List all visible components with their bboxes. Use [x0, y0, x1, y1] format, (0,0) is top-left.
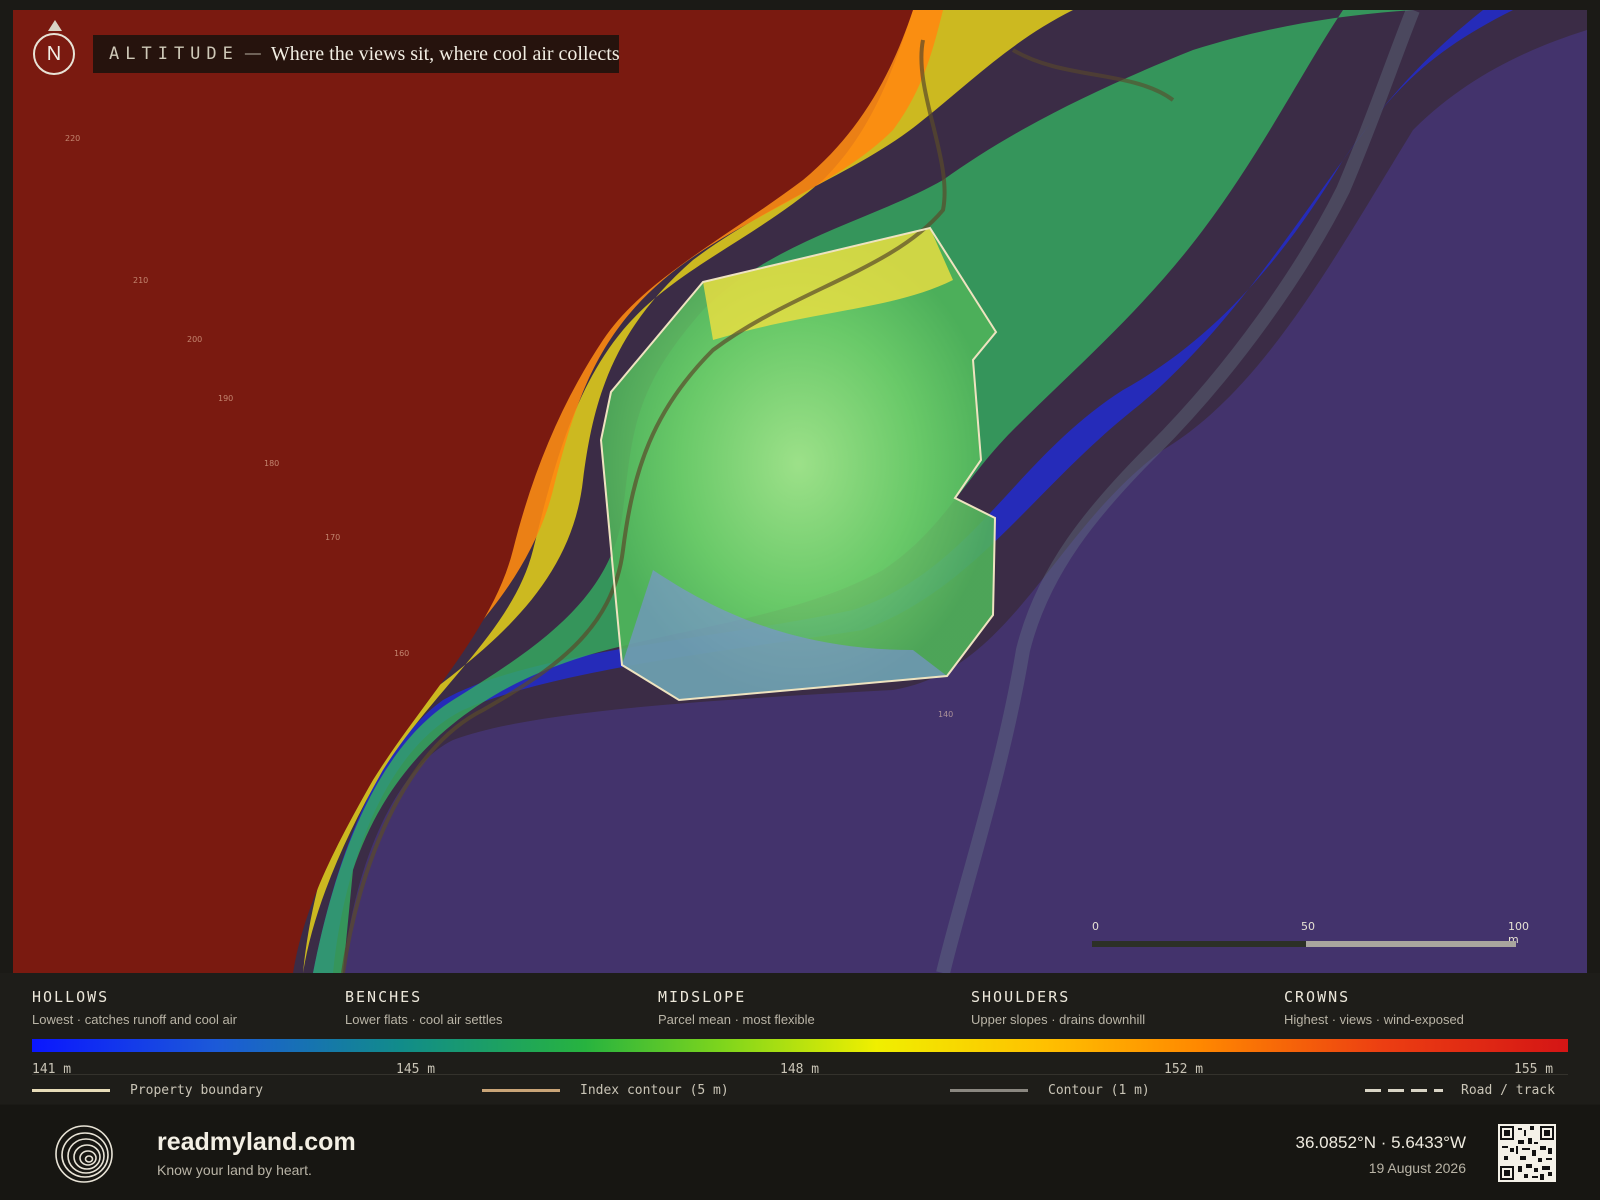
- key-label: Index contour (5 m): [580, 1083, 729, 1098]
- key-index-contour: Index contour (5 m): [482, 1083, 729, 1098]
- index-contour-swatch: [482, 1089, 560, 1092]
- north-arrow-icon: [48, 20, 62, 31]
- line-key-row: Property boundary Index contour (5 m) Co…: [0, 1083, 1600, 1101]
- legend-class-hollows: HOLLOWS Lowest · catches runoff and cool…: [32, 988, 332, 1027]
- key-label: Contour (1 m): [1048, 1083, 1150, 1098]
- contour-label: 220: [65, 134, 81, 143]
- contour-label: 190: [218, 394, 234, 403]
- poster-frame: 220 210 200 190 180 170 160 140 120 0 50…: [0, 0, 1600, 1200]
- class-desc: Highest · views · wind-exposed: [1284, 1012, 1464, 1027]
- contour-label: 140: [938, 710, 954, 719]
- contour-label: 160: [394, 649, 410, 658]
- tagline: Know your land by heart.: [157, 1162, 312, 1178]
- scale-bar: 0 50 100 m: [1092, 920, 1542, 960]
- title-dash: —: [244, 45, 261, 62]
- legend-class-midslope: MIDSLOPE Parcel mean · most flexible: [658, 988, 958, 1027]
- qr-code-icon[interactable]: [1498, 1124, 1556, 1182]
- legend-class-benches: BENCHES Lower flats · cool air settles: [345, 988, 645, 1027]
- class-desc: Parcel mean · most flexible: [658, 1012, 815, 1027]
- terrain-layers: [13, 10, 1587, 973]
- scale-label-0: 0: [1092, 920, 1099, 933]
- contour-label: 200: [187, 335, 203, 344]
- contour-swatch: [950, 1089, 1028, 1092]
- map-title: ALTITUDE — Where the views sit, where co…: [93, 35, 620, 73]
- scale-bar-light-segment: [1306, 941, 1516, 947]
- key-road-track: Road / track: [1365, 1083, 1555, 1098]
- north-label: N: [46, 42, 62, 65]
- brand-link[interactable]: readmyland.com: [157, 1128, 356, 1157]
- road-swatch: [1365, 1089, 1443, 1092]
- title-kicker: ALTITUDE: [109, 44, 239, 64]
- key-label: Road / track: [1461, 1083, 1555, 1098]
- contour-label: 210: [133, 276, 149, 285]
- scale-label-50: 50: [1301, 920, 1315, 933]
- elevation-color-ramp: [32, 1039, 1568, 1052]
- map-date: 19 August 2026: [1368, 1160, 1466, 1176]
- key-label: Property boundary: [130, 1083, 264, 1098]
- class-name: BENCHES: [345, 988, 423, 1006]
- scale-bar-dark-segment: [1092, 941, 1306, 947]
- coordinates: 36.0852°N · 5.6433°W: [1295, 1133, 1466, 1152]
- footer: readmyland.com Know your land by heart. …: [0, 1105, 1600, 1200]
- class-desc: Lowest · catches runoff and cool air: [32, 1012, 237, 1027]
- contour-logo-icon: [55, 1125, 113, 1183]
- legend-class-crowns: CROWNS Highest · views · wind-exposed: [1284, 988, 1584, 1027]
- class-name: MIDSLOPE: [658, 988, 747, 1006]
- boundary-swatch: [32, 1089, 110, 1092]
- elevation-map[interactable]: 220 210 200 190 180 170 160 140 120 0 50…: [13, 10, 1587, 973]
- title-text: Where the views sit, where cool air coll…: [270, 42, 620, 65]
- class-name: CROWNS: [1284, 988, 1351, 1006]
- contour-label: 180: [264, 459, 280, 468]
- key-contour: Contour (1 m): [950, 1083, 1150, 1098]
- legend-divider: [32, 1074, 1568, 1075]
- north-compass-icon: N: [33, 33, 75, 75]
- class-name: HOLLOWS: [32, 988, 110, 1006]
- key-property-boundary: Property boundary: [32, 1083, 263, 1098]
- class-desc: Upper slopes · drains downhill: [971, 1012, 1146, 1027]
- class-name: SHOULDERS: [971, 988, 1071, 1006]
- class-desc: Lower flats · cool air settles: [345, 1012, 503, 1027]
- contour-label: 170: [325, 533, 341, 542]
- legend-class-shoulders: SHOULDERS Upper slopes · drains downhill: [971, 988, 1271, 1027]
- elevation-legend: HOLLOWS Lowest · catches runoff and cool…: [0, 973, 1600, 1104]
